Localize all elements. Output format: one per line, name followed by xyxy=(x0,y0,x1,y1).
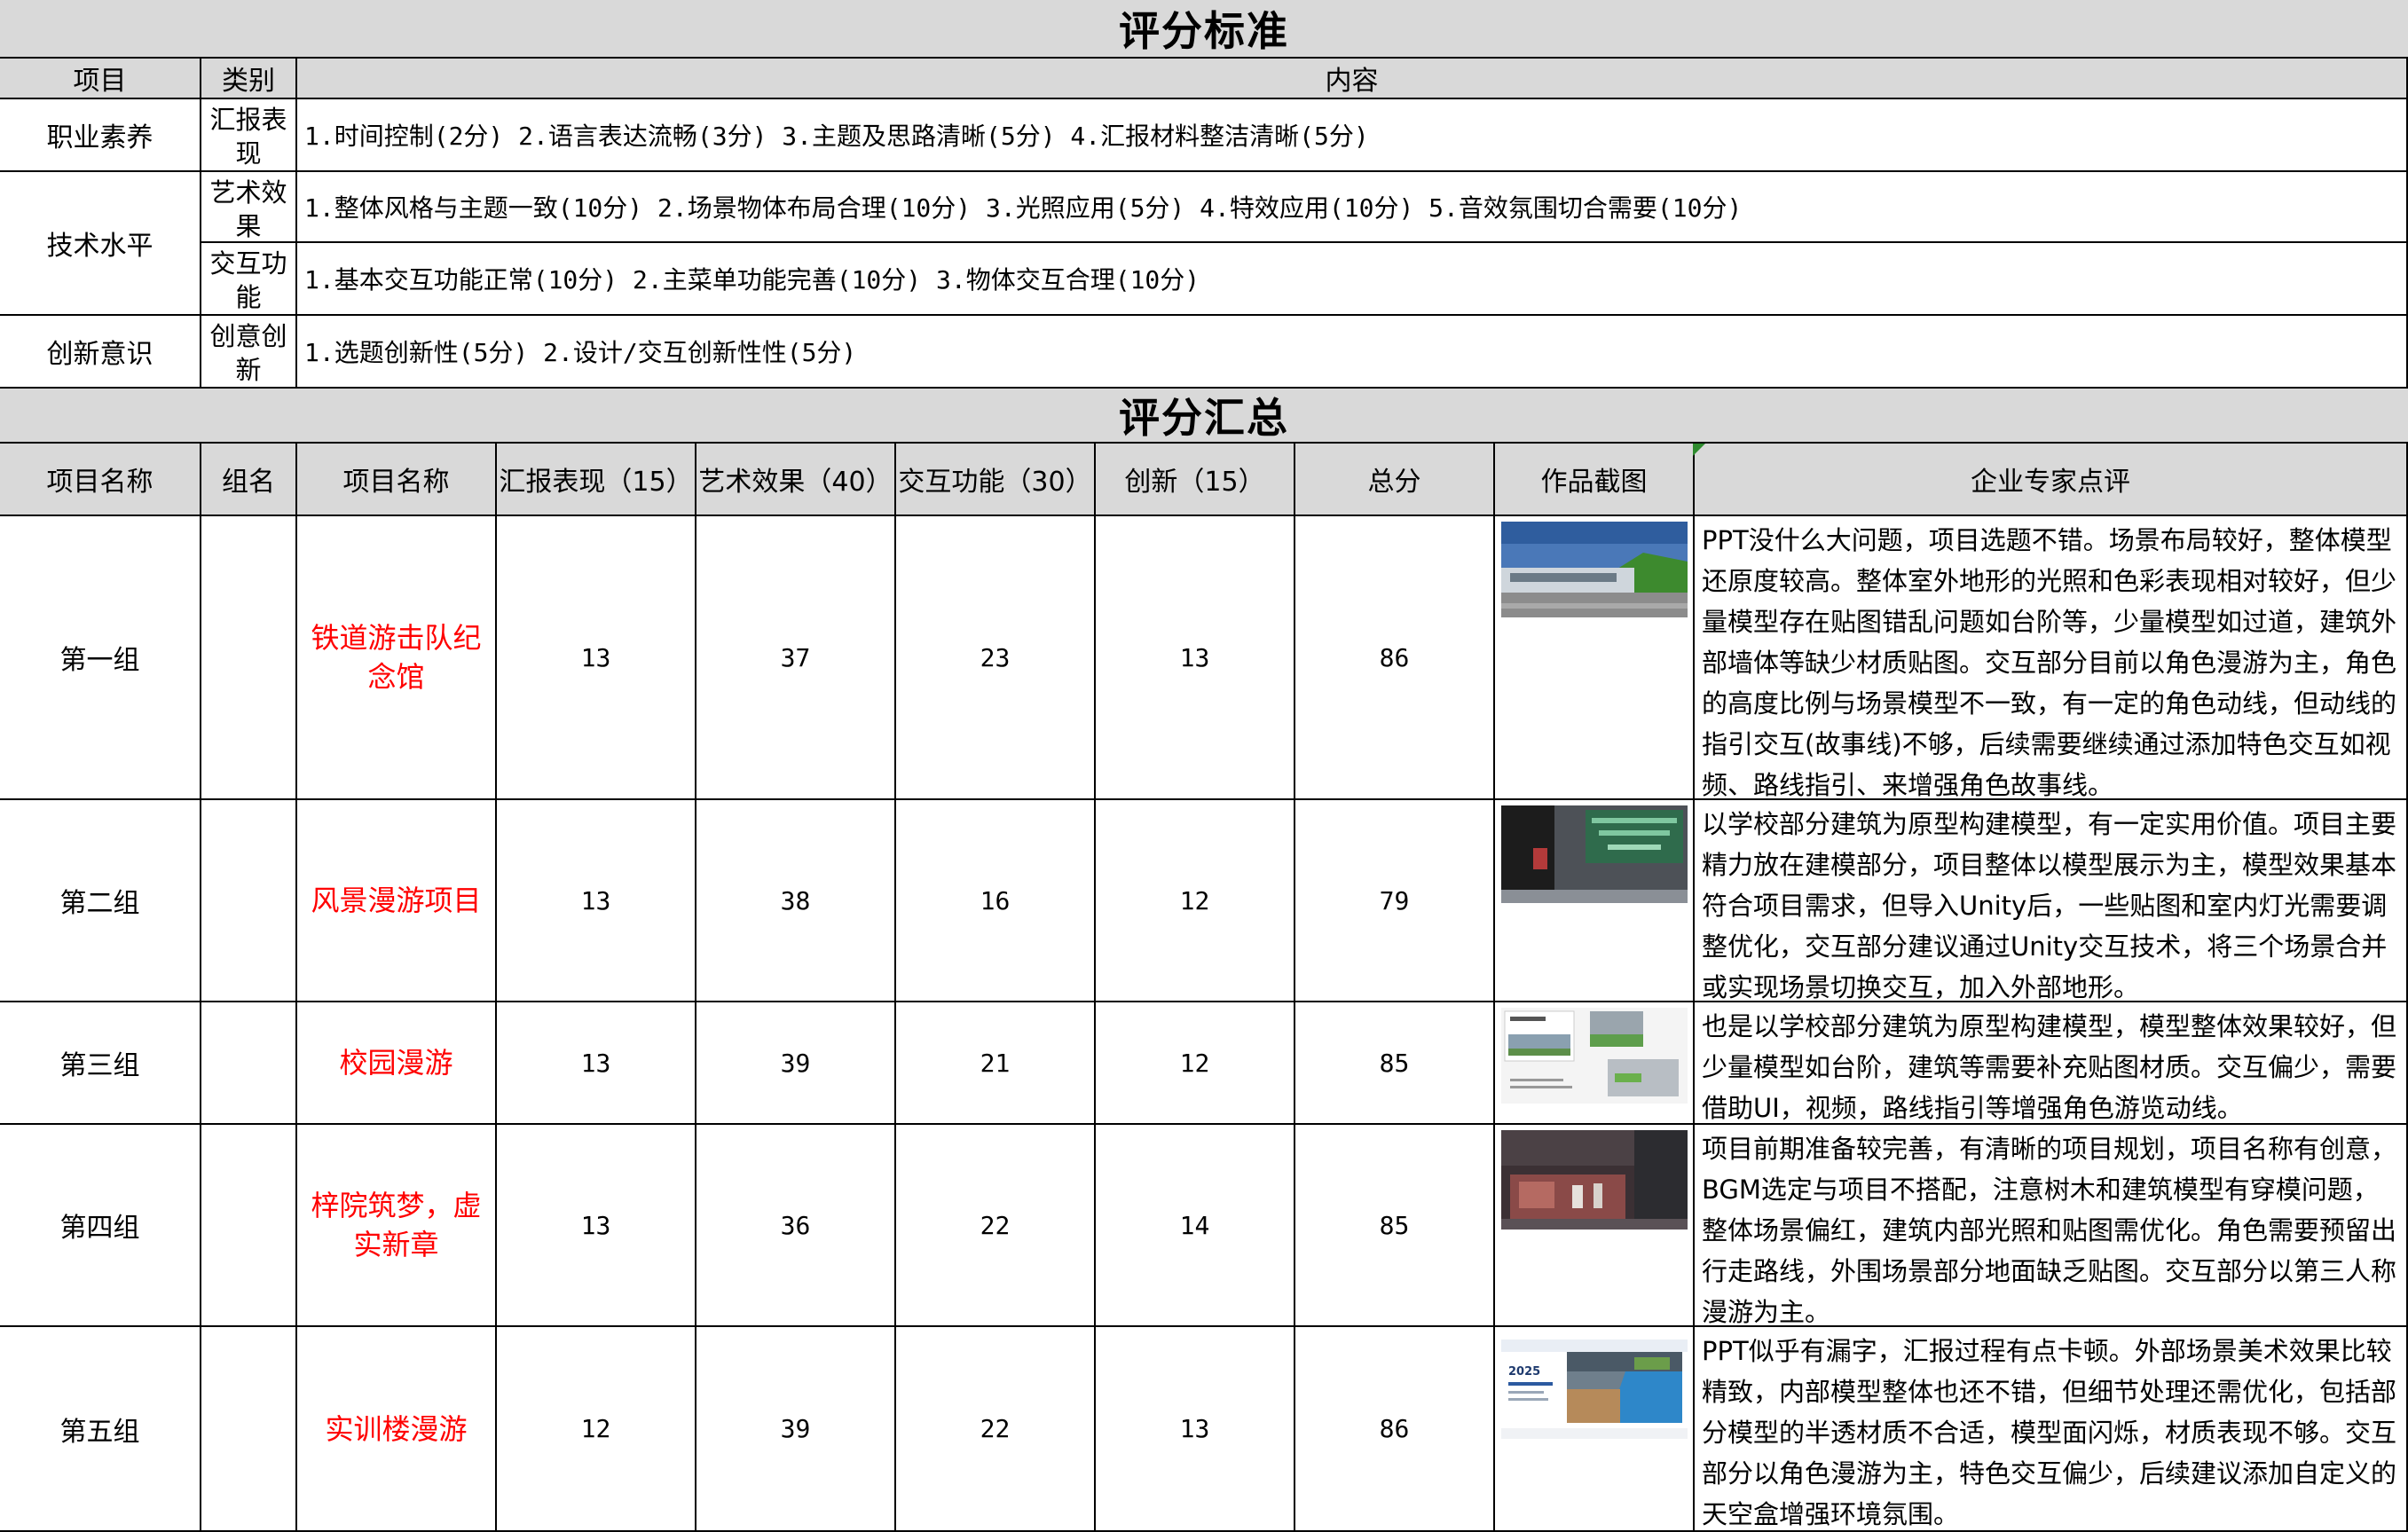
group-2-total: 79 xyxy=(1295,800,1495,1002)
sum-header-total: 总分 xyxy=(1295,444,1495,516)
group-3-screenshot-cell xyxy=(1495,1002,1695,1125)
group-2-team xyxy=(201,800,297,1002)
std-content-report: 1.时间控制(2分) 2.语言表达流畅(3分) 3.主题及思路清晰(5分) 4.… xyxy=(297,99,2408,172)
sum-header-report: 汇报表现（15） xyxy=(497,444,696,516)
group-5-report: 12 xyxy=(497,1327,696,1532)
sum-header-review: 企业专家点评 xyxy=(1695,444,2408,516)
group-2-project: 风景漫游项目 xyxy=(297,800,497,1002)
group-1-art: 37 xyxy=(696,516,896,800)
std-category-report: 汇报表现 xyxy=(201,99,297,172)
group-4-label: 第四组 xyxy=(0,1125,201,1327)
group-5-project: 实训楼漫游 xyxy=(297,1327,497,1532)
group-3-art: 39 xyxy=(696,1002,896,1125)
group-5-screenshot[interactable]: 2025 xyxy=(1500,1340,1688,1439)
group-4-team xyxy=(201,1125,297,1327)
group-1-total: 86 xyxy=(1295,516,1495,800)
sum-header-team: 组名 xyxy=(201,444,297,516)
comment-marker-icon xyxy=(1693,444,1705,456)
group-2-report: 13 xyxy=(497,800,696,1002)
group-2-label: 第二组 xyxy=(0,800,201,1002)
standard-title: 评分标准 xyxy=(0,0,2408,59)
group-5-team xyxy=(201,1327,297,1532)
group-2-innovation: 12 xyxy=(1096,800,1295,1002)
std-content-interaction: 1.基本交互功能正常(10分) 2.主菜单功能完善(10分) 3.物体交互合理(… xyxy=(297,243,2408,316)
std-header-item: 项目 xyxy=(0,59,201,99)
group-4-total: 85 xyxy=(1295,1125,1495,1327)
group-4-project: 梓院筑梦，虚实新章 xyxy=(297,1125,497,1327)
sum-header-group-label: 项目名称 xyxy=(0,444,201,516)
summary-title: 评分汇总 xyxy=(0,389,2408,444)
group-2-interaction: 16 xyxy=(896,800,1096,1002)
group-3-total: 85 xyxy=(1295,1002,1495,1125)
group-3-screenshot[interactable] xyxy=(1500,1008,1688,1104)
group-4-interaction: 22 xyxy=(896,1125,1096,1327)
group-2-screenshot[interactable] xyxy=(1500,805,1688,903)
group-1-label: 第一组 xyxy=(0,516,201,800)
group-3-interaction: 21 xyxy=(896,1002,1096,1125)
group-3-innovation: 12 xyxy=(1096,1002,1295,1125)
group-2-review: 以学校部分建筑为原型构建模型，有一定实用价值。项目主要精力放在建模部分，项目整体… xyxy=(1695,800,2408,1002)
sum-header-art: 艺术效果（40） xyxy=(696,444,896,516)
std-content-art: 1.整体风格与主题一致(10分) 2.场景物体布局合理(10分) 3.光照应用(… xyxy=(297,172,2408,243)
group-5-art: 39 xyxy=(696,1327,896,1532)
group-5-innovation: 13 xyxy=(1096,1327,1295,1532)
std-item-technical: 技术水平 xyxy=(0,172,201,316)
group-5-review: PPT似乎有漏字，汇报过程有点卡顿。外部场景美术效果比较精致，内部模型整体也还不… xyxy=(1695,1327,2408,1532)
group-4-review: 项目前期准备较完善，有清晰的项目规划，项目名称有创意，BGM选定与项目不搭配，注… xyxy=(1695,1125,2408,1327)
group-4-report: 13 xyxy=(497,1125,696,1327)
group-5-total: 86 xyxy=(1295,1327,1495,1532)
std-category-innovation: 创意创新 xyxy=(201,316,297,389)
std-content-innovation: 1.选题创新性(5分) 2.设计/交互创新性性(5分) xyxy=(297,316,2408,389)
std-header-category: 类别 xyxy=(201,59,297,99)
group-3-label: 第三组 xyxy=(0,1002,201,1125)
group-1-review: PPT没什么大问题，项目选题不错。场景布局较好，整体模型还原度较高。整体室外地形… xyxy=(1695,516,2408,800)
std-category-art: 艺术效果 xyxy=(201,172,297,243)
group-4-screenshot[interactable] xyxy=(1500,1130,1688,1230)
std-category-interaction: 交互功能 xyxy=(201,243,297,316)
group-5-screenshot-cell: 2025 xyxy=(1495,1327,1695,1532)
sum-header-project: 项目名称 xyxy=(297,444,497,516)
group-1-project: 铁道游击队纪念馆 xyxy=(297,516,497,800)
std-item-professional: 职业素养 xyxy=(0,99,201,172)
group-4-screenshot-cell xyxy=(1495,1125,1695,1327)
group-3-team xyxy=(201,1002,297,1125)
group-2-art: 38 xyxy=(696,800,896,1002)
group-5-interaction: 22 xyxy=(896,1327,1096,1532)
group-1-report: 13 xyxy=(497,516,696,800)
std-header-content: 内容 xyxy=(297,59,2408,99)
group-1-screenshot-cell xyxy=(1495,516,1695,800)
group-5-label: 第五组 xyxy=(0,1327,201,1532)
sum-header-innovation: 创新（15） xyxy=(1096,444,1295,516)
sum-header-interaction: 交互功能（30） xyxy=(896,444,1096,516)
group-2-screenshot-cell xyxy=(1495,800,1695,1002)
group-1-screenshot[interactable] xyxy=(1500,522,1688,617)
group-3-report: 13 xyxy=(497,1002,696,1125)
group-1-innovation: 13 xyxy=(1096,516,1295,800)
svg-text:2025: 2025 xyxy=(1508,1365,1540,1379)
group-1-interaction: 23 xyxy=(896,516,1096,800)
group-1-team xyxy=(201,516,297,800)
std-item-innovation: 创新意识 xyxy=(0,316,201,389)
group-4-art: 36 xyxy=(696,1125,896,1327)
group-4-innovation: 14 xyxy=(1096,1125,1295,1327)
group-3-review: 也是以学校部分建筑为原型构建模型，模型整体效果较好，但少量模型如台阶，建筑等需要… xyxy=(1695,1002,2408,1125)
group-3-project: 校园漫游 xyxy=(297,1002,497,1125)
sum-header-screenshot: 作品截图 xyxy=(1495,444,1695,516)
